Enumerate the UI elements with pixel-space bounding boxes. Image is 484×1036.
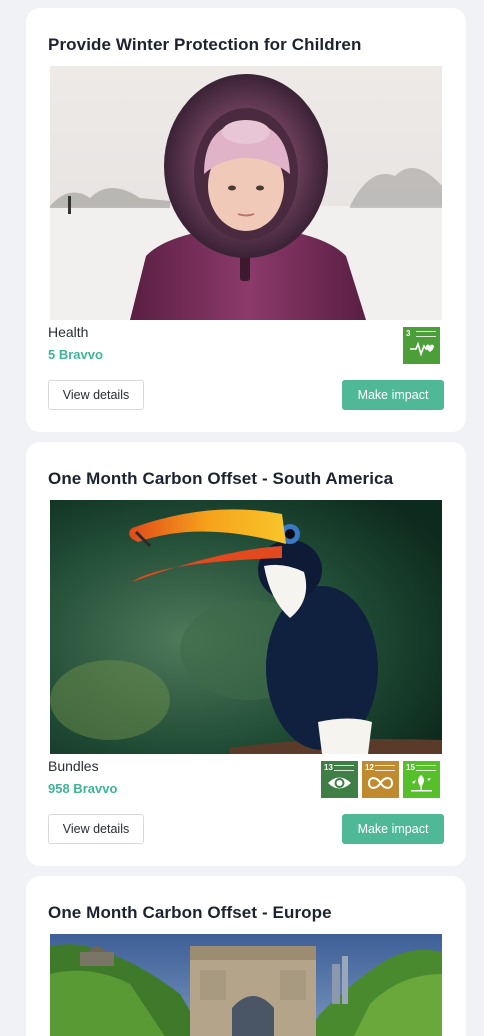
sdg-badges: 3 bbox=[403, 327, 440, 364]
card-category: Health bbox=[48, 324, 89, 340]
make-impact-button[interactable]: Make impact bbox=[342, 814, 444, 844]
bravvo-count: 958 Bravvo bbox=[48, 781, 118, 796]
card-title: One Month Carbon Offset - Europe bbox=[48, 903, 332, 922]
card-title: One Month Carbon Offset - South America bbox=[48, 469, 394, 488]
sdg-number: 13 bbox=[324, 763, 333, 772]
tree-bird-icon bbox=[411, 775, 432, 792]
sdg-badge: 3 bbox=[403, 327, 440, 364]
sdg-badge: 15 bbox=[403, 761, 440, 798]
bravvo-count: 5 Bravvo bbox=[48, 347, 103, 362]
infinity-icon bbox=[368, 777, 393, 789]
sdg-number: 15 bbox=[406, 763, 415, 772]
heartbeat-icon bbox=[410, 341, 434, 357]
toucan-photo bbox=[50, 500, 442, 754]
sdg-badges: 13 12 15 bbox=[321, 761, 440, 798]
sdg-number: 3 bbox=[406, 329, 411, 338]
card-title: Provide Winter Protection for Children bbox=[48, 35, 362, 54]
sdg-badge: 12 bbox=[362, 761, 399, 798]
view-details-button[interactable]: View details bbox=[48, 814, 144, 844]
child-in-winter-coat-photo bbox=[50, 66, 442, 320]
project-card: One Month Carbon Offset - South America bbox=[26, 442, 466, 866]
card-category: Bundles bbox=[48, 758, 99, 774]
sdg-number: 12 bbox=[365, 763, 374, 772]
view-details-button[interactable]: View details bbox=[48, 380, 144, 410]
sdg-badge: 13 bbox=[321, 761, 358, 798]
eye-globe-icon bbox=[328, 777, 351, 789]
make-impact-button[interactable]: Make impact bbox=[342, 380, 444, 410]
project-card: One Month Carbon Offset - Europe bbox=[26, 876, 466, 1036]
project-card: Provide Winter Protection for Children H… bbox=[26, 8, 466, 432]
arc-de-triomphe-photo bbox=[50, 934, 442, 1036]
